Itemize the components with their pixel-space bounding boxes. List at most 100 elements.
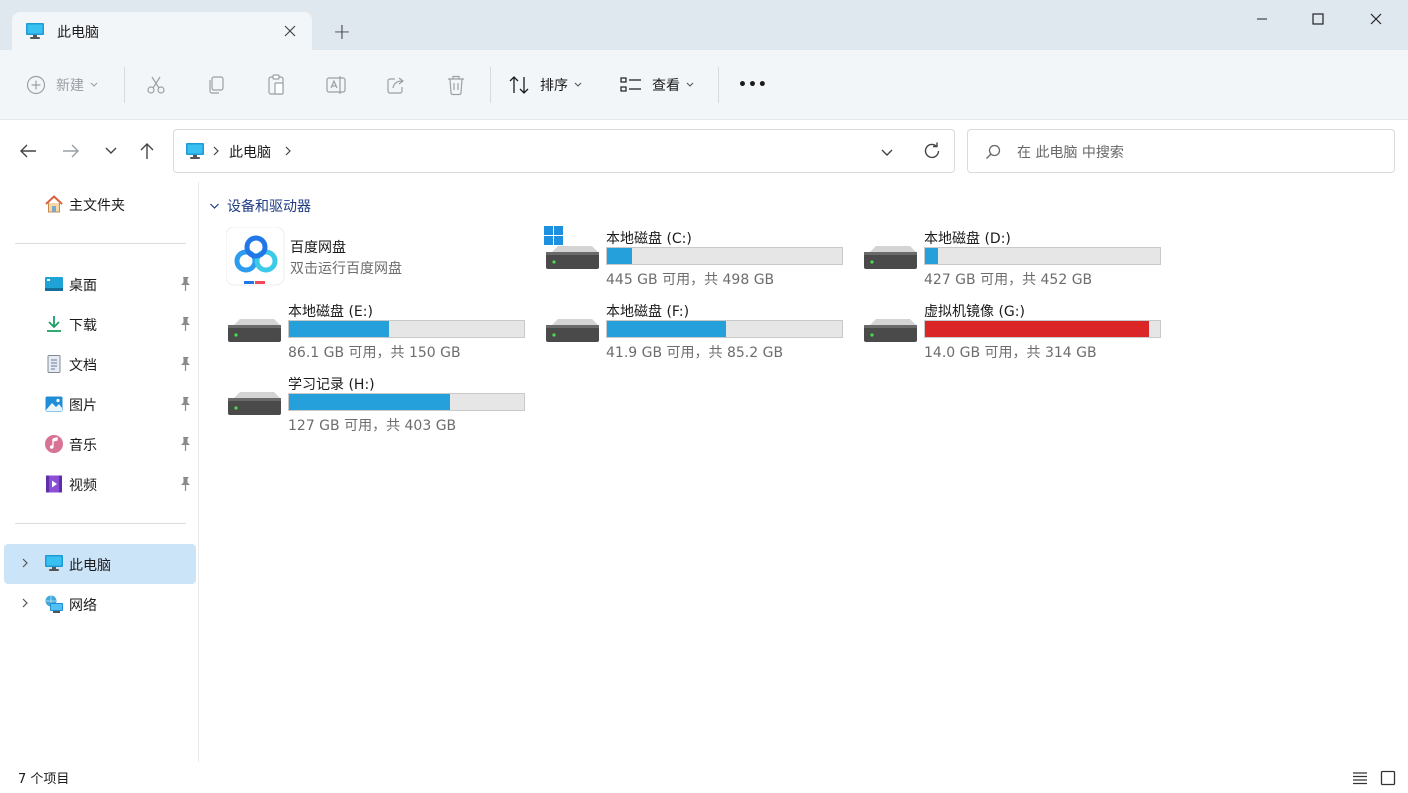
view-list-icon (620, 76, 642, 94)
pin-icon[interactable] (178, 316, 192, 332)
chevron-down-icon (209, 202, 220, 210)
details-view-icon[interactable] (1349, 767, 1371, 789)
network-icon (44, 594, 64, 614)
new-tab-button[interactable]: + (328, 18, 356, 46)
pin-icon[interactable] (178, 356, 192, 372)
monitor-icon (25, 22, 45, 44)
sidebar-item-label: 视频 (69, 478, 97, 494)
monitor-icon (185, 142, 205, 164)
chevron-right-icon[interactable] (18, 596, 32, 610)
refresh-icon[interactable] (922, 141, 942, 165)
drive-info: 41.9 GB 可用，共 85.2 GB (606, 345, 784, 361)
drive-h[interactable]: 学习记录 (H:) 127 GB 可用，共 403 GB (226, 372, 536, 438)
share-icon[interactable] (376, 70, 416, 100)
drive-e[interactable]: 本地磁盘 (E:) 86.1 GB 可用，共 150 GB (226, 299, 536, 365)
usage-fill (289, 321, 390, 337)
group-header-devices[interactable]: 设备和驱动器 (209, 196, 311, 216)
sidebar-item-videos[interactable]: 视频 (4, 464, 196, 504)
paste-icon[interactable] (256, 70, 296, 100)
sidebar-item-desktop[interactable]: 桌面 (4, 264, 196, 304)
toolbar-separator (124, 67, 125, 103)
breadcrumb-separator-icon[interactable] (212, 145, 220, 161)
maximize-button[interactable] (1288, 0, 1348, 38)
sort-button[interactable]: 排序 (508, 66, 582, 104)
usage-bar (924, 320, 1161, 338)
pin-icon[interactable] (178, 476, 192, 492)
up-arrow-icon[interactable] (131, 135, 163, 167)
more-options-button[interactable]: ••• (738, 66, 768, 104)
pictures-icon (44, 394, 64, 414)
drive-info: 445 GB 可用，共 498 GB (606, 272, 775, 288)
sidebar-item-pictures[interactable]: 图片 (4, 384, 196, 424)
drive-g[interactable]: 虚拟机镜像 (G:) 14.0 GB 可用，共 314 GB (862, 299, 1172, 365)
view-button[interactable]: 查看 (620, 66, 694, 104)
rename-icon[interactable] (316, 70, 356, 100)
forward-arrow-icon[interactable] (55, 135, 87, 167)
drive-name: 本地磁盘 (F:) (606, 304, 690, 320)
new-button[interactable]: 新建 (26, 66, 98, 104)
breadcrumb-this-pc[interactable]: 此电脑 (229, 142, 271, 162)
new-label: 新建 (56, 78, 84, 94)
breadcrumb-separator-icon[interactable] (284, 145, 292, 161)
sidebar-item-documents[interactable]: 文档 (4, 344, 196, 384)
copy-icon[interactable] (196, 70, 236, 100)
sidebar-item-home[interactable]: 主文件夹 (4, 184, 196, 224)
recent-locations-chevron-icon[interactable] (95, 135, 127, 167)
minimize-button[interactable] (1232, 0, 1292, 38)
sidebar-item-label: 图片 (69, 398, 97, 414)
drive-name: 本地磁盘 (D:) (924, 231, 1011, 247)
usage-bar (288, 393, 525, 411)
sidebar-item-label: 下载 (69, 318, 97, 334)
status-bar: 7 个项目 (0, 762, 1408, 793)
drive-name: 本地磁盘 (C:) (606, 231, 692, 247)
sidebar-item-label: 主文件夹 (69, 198, 125, 214)
sidebar-separator (15, 243, 186, 244)
delete-icon[interactable] (436, 70, 476, 100)
usage-bar (606, 320, 843, 338)
drive-name: 虚拟机镜像 (G:) (924, 304, 1025, 320)
search-icon (985, 144, 1001, 164)
drive-c[interactable]: 本地磁盘 (C:) 445 GB 可用，共 498 GB (544, 226, 854, 292)
close-tab-icon[interactable] (276, 19, 304, 43)
drive-info: 127 GB 可用，共 403 GB (288, 418, 457, 434)
usage-bar (606, 247, 843, 265)
chevron-down-icon (686, 82, 694, 88)
pin-icon[interactable] (178, 276, 192, 292)
sort-label: 排序 (540, 78, 568, 94)
system-drive-icon (544, 226, 604, 288)
search-box[interactable]: 在 此电脑 中搜索 (967, 129, 1395, 173)
baidu-netdisk-item[interactable]: 百度网盘 双击运行百度网盘 (225, 226, 536, 293)
cut-icon[interactable] (136, 70, 176, 100)
back-arrow-icon[interactable] (12, 135, 44, 167)
tab-this-pc[interactable]: 此电脑 (12, 12, 312, 50)
chevron-right-icon[interactable] (18, 556, 32, 570)
view-label: 查看 (652, 78, 680, 94)
drive-name: 学习记录 (H:) (288, 377, 375, 393)
hard-drive-icon (544, 299, 604, 361)
address-bar[interactable]: 此电脑 (173, 129, 955, 173)
drive-name: 本地磁盘 (E:) (288, 304, 373, 320)
pin-icon[interactable] (178, 436, 192, 452)
sidebar-item-network[interactable]: 网络 (4, 584, 196, 624)
tab-title: 此电脑 (57, 25, 99, 41)
item-count: 7 个项目 (18, 772, 70, 787)
pin-icon[interactable] (178, 396, 192, 412)
sidebar-item-downloads[interactable]: 下载 (4, 304, 196, 344)
download-icon (44, 314, 64, 334)
sidebar-item-this-pc[interactable]: 此电脑 (4, 544, 196, 584)
large-icons-view-icon[interactable] (1377, 767, 1399, 789)
chevron-down-icon (90, 82, 98, 88)
drive-f[interactable]: 本地磁盘 (F:) 41.9 GB 可用，共 85.2 GB (544, 299, 854, 365)
usage-bar (924, 247, 1161, 265)
chevron-down-icon (574, 82, 582, 88)
close-window-button[interactable] (1346, 0, 1406, 38)
address-dropdown-icon[interactable] (880, 146, 894, 162)
usage-bar (288, 320, 525, 338)
sidebar-item-label: 此电脑 (69, 558, 111, 574)
drive-name: 百度网盘 (290, 240, 346, 256)
sidebar-item-music[interactable]: 音乐 (4, 424, 196, 464)
sidebar-item-label: 桌面 (69, 278, 97, 294)
usage-fill (289, 394, 450, 410)
music-icon (44, 434, 64, 454)
drive-d[interactable]: 本地磁盘 (D:) 427 GB 可用，共 452 GB (862, 226, 1172, 292)
